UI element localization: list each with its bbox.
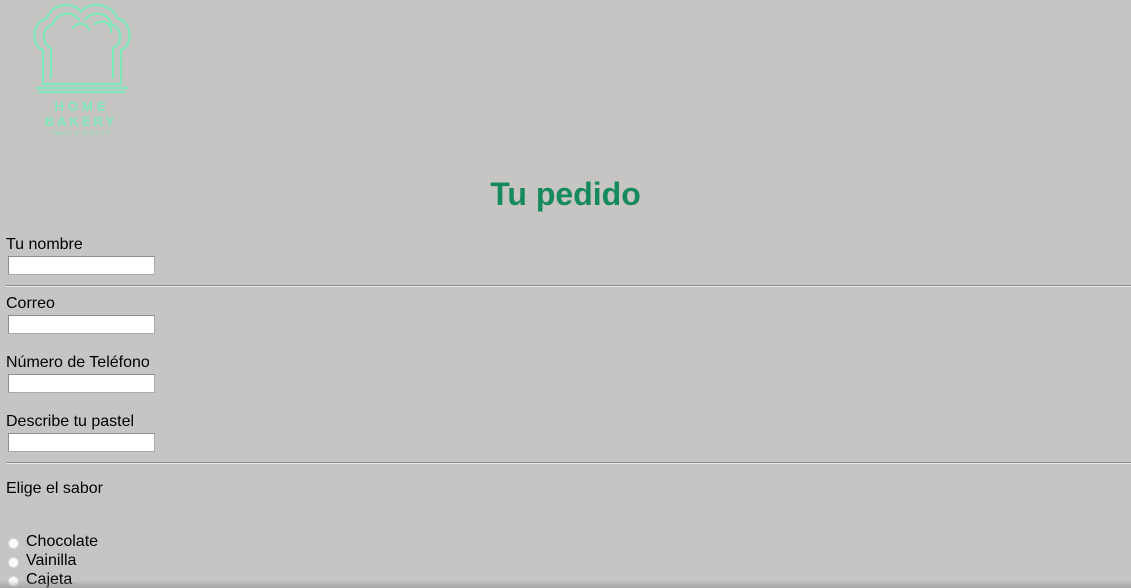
cake-description-label: Describe tu pastel bbox=[6, 413, 135, 430]
home-bakery-logo: HOME BAKERY TASTE & QUALITY bbox=[33, 2, 133, 138]
cake-description-input[interactable] bbox=[8, 433, 155, 452]
page-title: Tu pedido bbox=[490, 176, 641, 212]
chef-hat-icon: HOME BAKERY TASTE & QUALITY bbox=[33, 3, 131, 137]
radio-button[interactable] bbox=[8, 538, 19, 549]
phone-input[interactable] bbox=[8, 374, 155, 393]
svg-text:TASTE & QUALITY: TASTE & QUALITY bbox=[52, 131, 110, 137]
section-divider bbox=[6, 285, 1131, 287]
flavor-option-label: Chocolate bbox=[26, 532, 99, 550]
svg-text:BAKERY: BAKERY bbox=[45, 114, 117, 129]
scroll-shadow bbox=[0, 580, 1131, 588]
email-input[interactable] bbox=[8, 315, 155, 334]
section-divider bbox=[6, 462, 1131, 464]
flavor-label: Elige el sabor bbox=[6, 480, 103, 497]
flavor-option-vainilla[interactable]: Vainilla bbox=[8, 551, 76, 570]
order-page: HOME BAKERY TASTE & QUALITY Tu pedido Tu… bbox=[0, 0, 1131, 588]
name-input[interactable] bbox=[8, 256, 155, 275]
flavor-option-chocolate[interactable]: Chocolate bbox=[8, 532, 98, 551]
svg-text:HOME: HOME bbox=[55, 99, 110, 114]
phone-label: Número de Teléfono bbox=[6, 354, 150, 371]
radio-button[interactable] bbox=[8, 557, 19, 568]
name-label: Tu nombre bbox=[6, 236, 83, 253]
email-label: Correo bbox=[6, 295, 55, 312]
flavor-option-label: Vainilla bbox=[26, 551, 77, 569]
